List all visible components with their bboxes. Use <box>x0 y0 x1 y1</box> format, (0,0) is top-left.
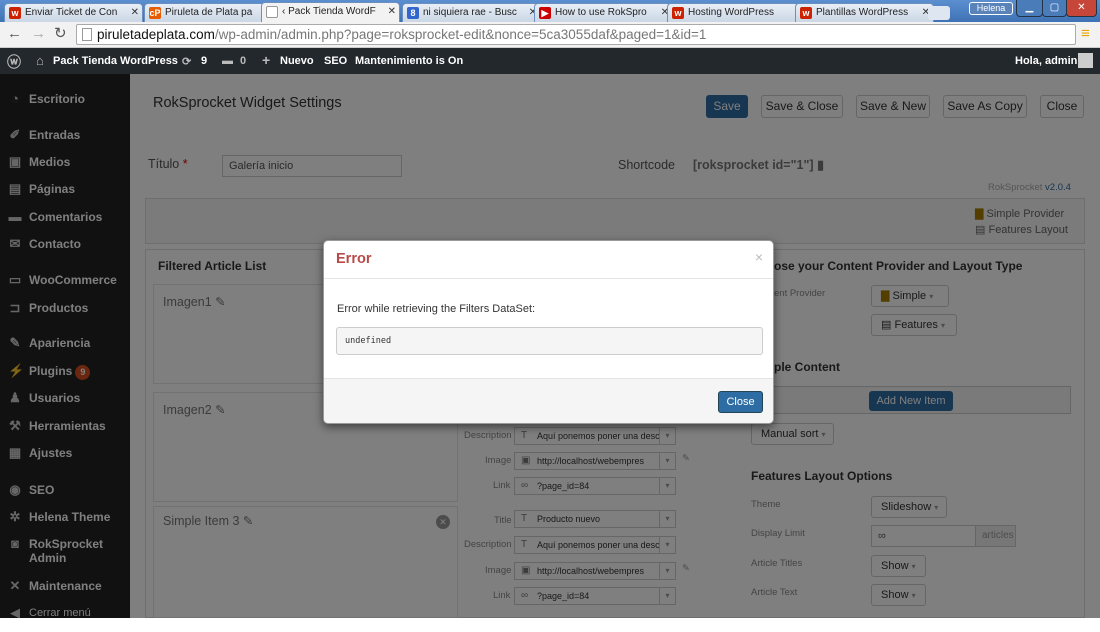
page-favicon-icon <box>266 6 278 18</box>
wp-admin-bar: ⓦ ⌂ Pack Tienda WordPress ⟳ 9 ▬ 0 + Nuev… <box>0 48 1100 74</box>
dialog-footer: Close <box>324 378 773 423</box>
tab-title: ni siquiera rae - Busc <box>423 7 517 18</box>
youtube-favicon-icon: ▶ <box>539 7 551 19</box>
forward-icon[interactable]: → <box>31 26 46 42</box>
sidebar-backdrop <box>0 74 130 618</box>
tab-title: Piruleta de Plata pa <box>165 7 253 18</box>
new-content-link[interactable]: Nuevo <box>280 55 314 67</box>
google-favicon-icon: 8 <box>407 7 419 19</box>
tab-close-icon[interactable]: ✕ <box>388 3 396 20</box>
cpanel-favicon-icon: cP <box>149 7 161 19</box>
site-name-link[interactable]: Pack Tienda WordPress <box>53 55 178 67</box>
comments-count[interactable]: 0 <box>240 55 246 67</box>
plus-icon[interactable]: + <box>262 52 270 68</box>
browser-tab-strip: w Enviar Ticket de Con ✕ cP Piruleta de … <box>0 0 1100 22</box>
wordpress-favicon-icon: w <box>9 7 21 19</box>
avatar[interactable] <box>1078 53 1093 68</box>
comments-icon[interactable]: ▬ <box>222 55 233 67</box>
browser-tab-7[interactable]: w Plantillas WordPress ✕ <box>795 3 934 22</box>
url-host: piruletadeplata.com <box>97 27 215 42</box>
maximize-button[interactable]: ▢ <box>1042 0 1067 17</box>
browser-tab-5[interactable]: ▶ How to use RokSpro ✕ <box>534 3 673 22</box>
maintenance-status[interactable]: Mantenimiento is On <box>355 55 463 67</box>
wordpress-favicon-icon: w <box>800 7 812 19</box>
dialog-divider <box>324 278 773 279</box>
address-bar[interactable]: piruletadeplata.com/wp-admin/admin.php?p… <box>76 24 1076 45</box>
seo-link[interactable]: SEO <box>324 55 347 67</box>
tab-title: How to use RokSpro <box>555 7 647 18</box>
error-detail: undefined <box>336 327 763 355</box>
home-icon[interactable]: ⌂ <box>36 53 44 68</box>
tab-title: Enviar Ticket de Con <box>25 7 118 18</box>
updates-count[interactable]: 9 <box>201 55 207 67</box>
url-path: /wp-admin/admin.php?page=roksprocket-edi… <box>214 27 707 42</box>
window-close-button[interactable]: ✕ <box>1066 0 1097 17</box>
tab-title: Hosting WordPress <box>688 7 774 18</box>
tab-title: ‹ Pack Tienda WordF <box>282 6 376 17</box>
reload-icon[interactable]: ↻ <box>54 26 67 42</box>
browser-tab-3-active[interactable]: ‹ Pack Tienda WordF ✕ <box>261 2 400 22</box>
dialog-close-button[interactable]: Close <box>718 391 763 413</box>
back-icon[interactable]: ← <box>7 26 22 42</box>
tab-title: Plantillas WordPress <box>816 7 909 18</box>
browser-tab-6[interactable]: w Hosting WordPress ✕ <box>667 3 806 22</box>
error-dialog: Error × Error while retrieving the Filte… <box>323 240 774 424</box>
account-greeting[interactable]: Hola, admin <box>1015 55 1077 67</box>
close-icon[interactable]: × <box>755 249 763 265</box>
wordpress-logo-icon[interactable]: ⓦ <box>7 52 21 72</box>
error-message: Error while retrieving the Filters DataS… <box>337 303 536 315</box>
new-tab-button[interactable] <box>928 6 950 20</box>
minimize-button[interactable]: ▁ <box>1016 0 1043 17</box>
updates-icon[interactable]: ⟳ <box>182 55 191 68</box>
browser-user-badge[interactable]: Helena <box>969 2 1013 15</box>
menu-icon[interactable]: ≡ <box>1081 26 1090 42</box>
wordpress-favicon-icon: w <box>672 7 684 19</box>
browser-tab-1[interactable]: w Enviar Ticket de Con ✕ <box>4 3 143 22</box>
page-icon <box>82 28 92 41</box>
dialog-title: Error <box>336 251 372 267</box>
tab-close-icon[interactable]: ✕ <box>131 4 139 21</box>
browser-tab-4[interactable]: 8 ni siquiera rae - Busc ✕ <box>402 3 541 22</box>
